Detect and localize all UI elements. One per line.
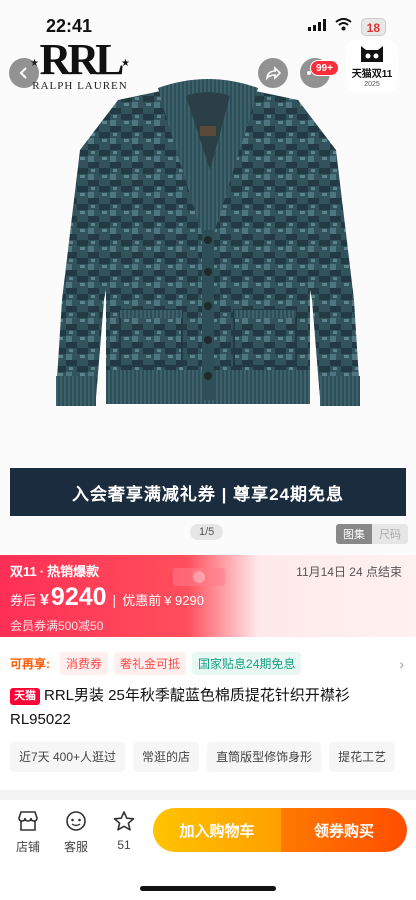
signal-icon [307,18,326,36]
chevron-right-icon[interactable]: › [399,656,404,672]
customer-service-icon [66,811,86,831]
status-indicators: 18 [307,18,386,36]
tmall-cat-icon [361,46,383,62]
nav-store[interactable]: 店铺 [8,810,48,855]
event-name: 双11 [10,564,37,579]
tab-gallery[interactable]: 图集 [336,524,372,544]
nav-store-label: 店铺 [15,840,40,854]
gallery-view-toggle[interactable]: 图集 尺码 [336,524,408,544]
share-button[interactable] [258,58,288,88]
tmall-badge-year: 2025 [364,81,380,88]
wifi-icon [335,18,352,36]
original-price: ¥ 9290 [164,593,204,608]
star-icon: ★ [121,58,130,69]
currency-symbol: ¥ [40,592,49,609]
tmall-double11-badge[interactable]: 天猫双11 2025 [346,40,398,92]
original-price-label: 优惠前 [122,593,162,608]
perk-consumption-voucher[interactable]: 消费券 [60,651,109,675]
perk-interest-free[interactable]: 国家贴息24期免息 [192,651,302,675]
share-icon [265,66,281,81]
price-banner[interactable]: 双11 · 热销爆款 11月14日 24 点结束 券后 ¥ 9240 | 优惠前 ¥… [0,555,416,637]
feature-tag: 直筒版型修饰身形 [207,742,322,772]
star-icon [113,811,135,831]
price-separator: | [112,592,117,608]
back-button[interactable] [9,58,39,88]
nav-customer-service-label: 客服 [63,840,88,854]
tmall-store-tag: 天猫 [10,688,40,705]
section-divider [0,790,416,800]
gallery-page-indicator: 1/5 [190,524,224,540]
brand-sub-text: RALPH LAUREN [32,80,128,92]
battery-indicator: 18 [360,18,386,36]
countdown-text: 11月14日 24 点结束 [296,565,402,579]
add-to-cart-button[interactable]: 加入购物车 [153,808,281,852]
home-indicator [140,886,276,891]
bottom-action-bar: 店铺 客服 51 加入购物车 领券购买 [0,800,416,900]
notification-badge: 99+ [310,60,339,76]
feature-tag: 近7天 400+人逛过 [10,742,126,772]
product-title: 天猫 RRL男装 25年秋季靛蓝色棉质提花针织开襟衫RL95022 [10,684,406,732]
feature-tag: 提花工艺 [329,742,396,772]
store-icon [18,811,38,831]
event-tag: 热销爆款 [47,564,100,579]
brand-logo-text: RRL [39,35,125,84]
product-gallery[interactable]: 22:41 18 ★ RRL ★ RALPH LAUREN 99+ [0,0,416,555]
feature-tags: 近7天 400+人逛过 常逛的店 直筒版型修饰身形 提花工艺 [10,742,416,772]
nav-favorite-count: 51 [117,838,131,852]
tab-size[interactable]: 尺码 [372,524,408,544]
perk-luxury-credit[interactable]: 奢礼金可抵 [114,651,187,675]
tmall-badge-title: 天猫双11 [351,69,393,80]
event-row: 双11 · 热销爆款 [10,564,100,579]
perks-row[interactable]: 可再享: 消费券 奢礼金可抵 国家贴息24期免息 › [0,648,416,678]
after-coupon-label: 券后 [10,593,37,608]
brand-logo: ★ RRL ★ RALPH LAUREN [28,35,132,93]
after-coupon-price: 9240 [50,583,107,611]
feature-tag: 常逛的店 [133,742,200,772]
status-time: 22:41 [46,16,93,36]
price-main: 券后 ¥ 9240 | 优惠前 ¥ 9290 [10,583,204,612]
nav-favorite[interactable]: 51 [104,810,144,852]
membership-promo-banner[interactable]: 入会奢享满减礼券 | 尊享24期免息 [10,468,406,516]
nav-customer-service[interactable]: 客服 [56,810,96,855]
perks-label: 可再享: [10,656,50,671]
product-title-text: RRL男装 25年秋季靛蓝色棉质提花针织开襟衫RL95022 [10,687,350,728]
buy-with-coupon-button[interactable]: 领券购买 [281,808,407,852]
member-coupon-text: 会员券满500减50 [10,619,104,633]
chevron-left-icon [19,67,27,79]
